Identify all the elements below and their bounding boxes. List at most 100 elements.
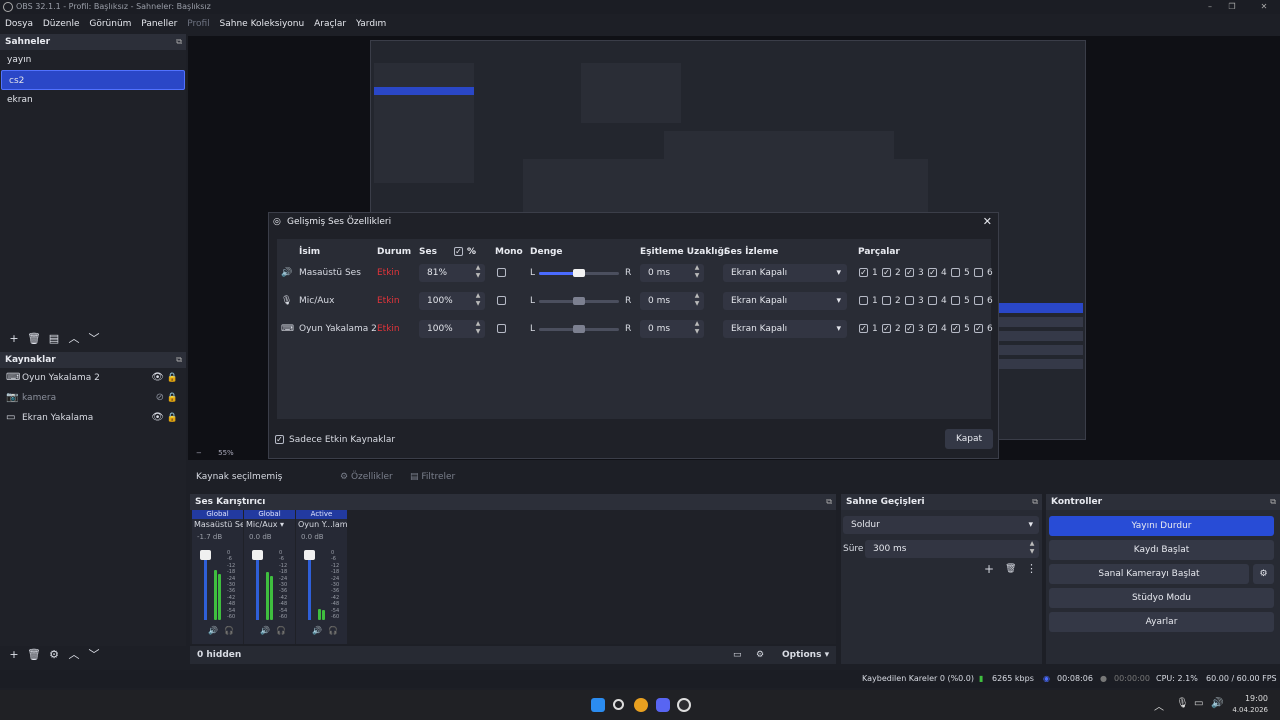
speaker-icon[interactable]: 🔊	[312, 626, 322, 635]
track-checkbox[interactable]	[905, 296, 914, 305]
start-record-button[interactable]: Kaydı Başlat	[1049, 540, 1274, 560]
trash-icon[interactable]: 🗑	[24, 646, 44, 664]
menu-view[interactable]: Görünüm	[89, 16, 131, 32]
mono-checkbox[interactable]	[497, 268, 506, 277]
track-checkbox[interactable]	[859, 296, 868, 305]
menu-profile[interactable]: Profil	[187, 16, 209, 32]
monitor-select[interactable]: Ekran Kapalı ▾	[723, 320, 847, 338]
source-item[interactable]: 📷 kamera ⊘ 🔒	[0, 388, 186, 408]
virtual-camera-settings-button[interactable]: ⚙	[1253, 564, 1274, 584]
menu-help[interactable]: Yardım	[356, 16, 386, 32]
track-checkbox[interactable]: ✓	[882, 324, 891, 333]
track-checkbox[interactable]: ✓	[882, 268, 891, 277]
studio-mode-button[interactable]: Stüdyo Modu	[1049, 588, 1274, 608]
balance-slider[interactable]	[539, 325, 619, 333]
popout-icon[interactable]: ⧉	[176, 34, 182, 50]
headphones-icon[interactable]: 🎧	[328, 626, 338, 635]
source-item[interactable]: ⌨ Oyun Yakalama 2 👁 🔒	[0, 368, 186, 388]
restore-icon[interactable]: ❐	[1222, 0, 1242, 14]
channel-name[interactable]: Mic/Aux ▾	[244, 519, 295, 531]
volume-input[interactable]: 81% ▲ ▼	[419, 264, 485, 282]
scene-item[interactable]: ekran	[0, 90, 186, 110]
slider-knob[interactable]	[573, 325, 585, 333]
more-icon[interactable]: ⋮	[1026, 562, 1037, 575]
eye-icon[interactable]: 👁	[151, 368, 164, 388]
properties-button[interactable]: ⚙ Özellikler	[340, 466, 393, 488]
track-checkbox[interactable]: ✓	[974, 324, 983, 333]
volume-icon[interactable]: 🔊	[1211, 698, 1223, 709]
menu-docks[interactable]: Paneller	[141, 16, 177, 32]
trash-icon[interactable]: 🗑	[24, 330, 44, 348]
track-checkbox[interactable]	[951, 296, 960, 305]
clock-date[interactable]: 4.04.2026	[1226, 706, 1268, 714]
lock-icon[interactable]: 🔒	[167, 408, 178, 428]
trash-icon[interactable]: 🗑	[1005, 564, 1016, 574]
zoom-out-icon[interactable]: −	[196, 449, 202, 457]
popout-icon[interactable]: ⧉	[176, 352, 182, 368]
spinner-icon[interactable]: ▲ ▼	[1027, 540, 1037, 556]
menu-scene-collection[interactable]: Sahne Koleksiyonu	[220, 16, 305, 32]
chevron-up-icon[interactable]: ︿	[1154, 698, 1164, 713]
scene-item-selected[interactable]: cs2	[1, 70, 185, 90]
percent-checkbox[interactable]: ✓	[454, 247, 463, 256]
minimize-icon[interactable]: –	[1200, 0, 1220, 14]
sync-offset-input[interactable]: 0 ms ▲ ▼	[640, 320, 704, 338]
sync-offset-input[interactable]: 0 ms ▲ ▼	[640, 292, 704, 310]
eye-icon[interactable]: 👁	[151, 408, 164, 428]
spinner-icon[interactable]: ▲ ▼	[473, 264, 483, 280]
eye-hidden-icon[interactable]: ⊘	[156, 388, 164, 408]
balance-slider[interactable]	[539, 297, 619, 305]
spinner-icon[interactable]: ▲ ▼	[692, 320, 702, 336]
track-checkbox[interactable]: ✓	[905, 324, 914, 333]
add-icon[interactable]: +	[4, 330, 24, 348]
popout-icon[interactable]: ⧉	[1270, 494, 1276, 510]
gear-icon[interactable]: ⚙	[756, 646, 764, 664]
mono-checkbox[interactable]	[497, 324, 506, 333]
speaker-icon[interactable]: 🔊	[260, 626, 270, 635]
monitor-select[interactable]: Ekran Kapalı ▾	[723, 264, 847, 282]
slider-knob[interactable]	[573, 297, 585, 305]
menu-edit[interactable]: Düzenle	[43, 16, 80, 32]
move-down-icon[interactable]: ﹀	[84, 330, 104, 348]
spinner-icon[interactable]: ▲ ▼	[473, 292, 483, 308]
volume-fader[interactable]	[304, 550, 315, 620]
clock-time[interactable]: 19:00	[1234, 694, 1268, 703]
mono-checkbox[interactable]	[497, 296, 506, 305]
popout-icon[interactable]: ⧉	[1032, 494, 1038, 510]
fader-knob[interactable]	[304, 550, 315, 560]
duration-input[interactable]: 300 ms ▲ ▼	[865, 540, 1039, 558]
volume-input[interactable]: 100% ▲ ▼	[419, 320, 485, 338]
active-only-toggle[interactable]: ✓ Sadece Etkin Kaynaklar	[275, 433, 395, 447]
spinner-icon[interactable]: ▲ ▼	[473, 320, 483, 336]
menu-tools[interactable]: Araçlar	[314, 16, 346, 32]
track-checkbox[interactable]: ✓	[951, 324, 960, 333]
move-up-icon[interactable]: ︿	[64, 330, 84, 348]
close-window-icon[interactable]: ✕	[1254, 0, 1274, 14]
track-checkbox[interactable]: ✓	[859, 268, 868, 277]
close-button[interactable]: Kapat	[945, 429, 993, 449]
active-only-checkbox[interactable]: ✓	[275, 435, 284, 444]
microphone-icon[interactable]: 🎙	[1176, 698, 1189, 709]
close-icon[interactable]: ✕	[983, 213, 992, 231]
scene-item[interactable]: yayın	[0, 50, 186, 70]
add-icon[interactable]: +	[984, 562, 994, 576]
monitor-select[interactable]: Ekran Kapalı ▾	[723, 292, 847, 310]
track-checkbox[interactable]: ✓	[905, 268, 914, 277]
track-checkbox[interactable]: ✓	[928, 324, 937, 333]
fader-knob[interactable]	[200, 550, 211, 560]
track-checkbox[interactable]: ✓	[859, 324, 868, 333]
fader-knob[interactable]	[252, 550, 263, 560]
speaker-icon[interactable]: 🔊	[208, 626, 218, 635]
volume-fader[interactable]	[252, 550, 263, 620]
track-checkbox[interactable]	[974, 296, 983, 305]
track-checkbox[interactable]: ✓	[928, 268, 937, 277]
search-icon[interactable]	[613, 699, 624, 710]
options-button[interactable]: Options ▾	[782, 646, 829, 664]
add-icon[interactable]: +	[4, 646, 24, 664]
spinner-icon[interactable]: ▲ ▼	[692, 292, 702, 308]
obs-icon[interactable]	[677, 698, 691, 712]
network-icon[interactable]: ▭	[1194, 698, 1203, 709]
balance-slider[interactable]	[539, 269, 619, 277]
sync-offset-input[interactable]: 0 ms ▲ ▼	[640, 264, 704, 282]
slider-knob[interactable]	[573, 269, 585, 277]
